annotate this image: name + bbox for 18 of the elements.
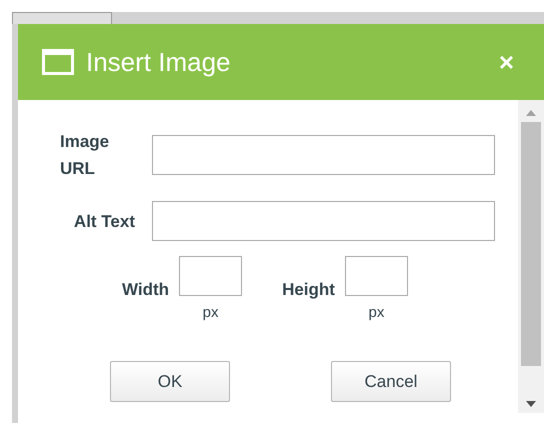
field-label: Image URL: [60, 131, 110, 180]
cancel-button[interactable]: Cancel: [331, 361, 451, 402]
field-label: Height: [282, 279, 335, 302]
field-label: Width: [122, 279, 170, 302]
input-field[interactable]: [179, 256, 242, 296]
scroll-thumb[interactable]: [521, 122, 541, 366]
input-field[interactable]: [152, 201, 495, 242]
unit-label: px: [202, 304, 218, 322]
scroll-down-icon[interactable]: [526, 401, 536, 407]
dialog-title: Insert Image: [86, 46, 232, 78]
input-field[interactable]: [152, 135, 495, 176]
field-label: Alt Text: [74, 210, 135, 233]
scroll-up-icon[interactable]: [526, 110, 536, 116]
ok-button[interactable]: OK: [110, 361, 230, 402]
unit-label: px: [368, 304, 384, 322]
input-field[interactable]: [344, 256, 408, 296]
scrollbar[interactable]: [518, 100, 544, 413]
window-icon: [42, 49, 74, 75]
